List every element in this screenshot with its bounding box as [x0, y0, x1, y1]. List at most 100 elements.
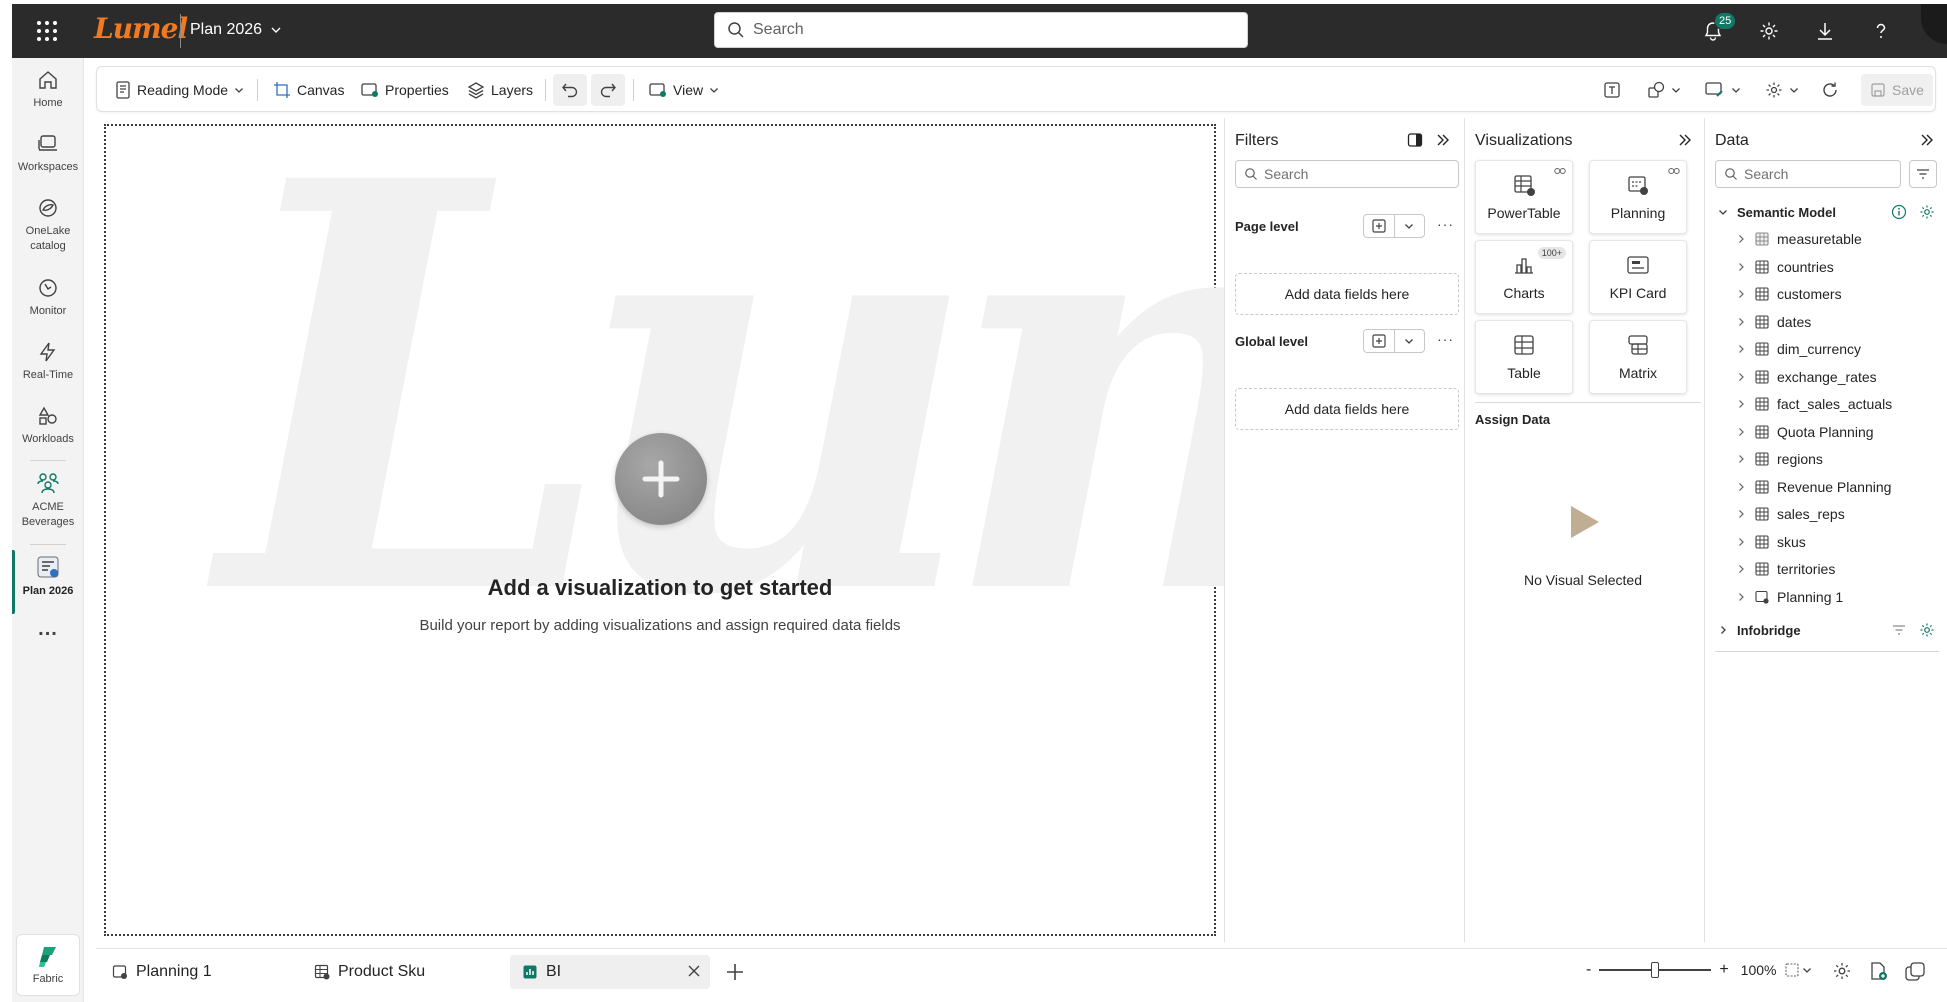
panel-toggle-icon[interactable] [1407, 132, 1423, 148]
tree-table-item[interactable]: dates [1733, 311, 1947, 333]
zoom-in-button[interactable]: + [1719, 961, 1728, 979]
filters-search[interactable] [1235, 160, 1459, 188]
page-tab-planning-1[interactable]: Planning 1 [100, 955, 224, 989]
comments-button[interactable] [1699, 75, 1747, 105]
layers-button[interactable]: Layers [461, 75, 539, 105]
tree-table-item[interactable]: countries [1733, 256, 1947, 278]
tree-table-item[interactable]: skus [1733, 531, 1947, 553]
viz-table[interactable]: Table [1475, 320, 1573, 394]
nav-real-time[interactable]: Real-Time [12, 340, 84, 383]
tree-table-item[interactable]: regions [1733, 448, 1947, 470]
add-report-page-icon[interactable] [1868, 961, 1890, 983]
nav-onelake-catalog[interactable]: OneLake catalog [12, 196, 84, 254]
redo-button[interactable] [591, 74, 625, 106]
zoom-out-button[interactable]: - [1586, 961, 1591, 979]
global-level-dropzone[interactable]: Add data fields here [1235, 388, 1459, 430]
page-tab-label: Product Sku [338, 963, 426, 980]
refresh-button[interactable] [1815, 75, 1845, 105]
download-icon[interactable] [1814, 20, 1838, 44]
tree-table-item[interactable]: sales_reps [1733, 503, 1947, 525]
nav-workspaces[interactable]: Workspaces [12, 132, 84, 175]
shapes-button[interactable] [1641, 75, 1687, 105]
report-canvas[interactable] [96, 118, 1224, 942]
zoom-slider-thumb[interactable] [1651, 962, 1660, 978]
data-search-input[interactable] [1744, 166, 1885, 182]
tree-table-item[interactable]: measuretable [1733, 228, 1947, 250]
chevron-right-icon [1733, 262, 1749, 272]
visualizations-panel: Visualizations PowerTable Planning 100+ … [1464, 118, 1704, 942]
account-avatar[interactable] [1921, 4, 1947, 44]
page-tab-product-sku[interactable]: Product Sku [302, 955, 437, 989]
viz-planning[interactable]: Planning [1589, 160, 1687, 234]
divider [30, 544, 66, 545]
info-icon[interactable] [1891, 204, 1907, 220]
global-level-more-button[interactable]: ··· [1437, 331, 1454, 347]
zoom-slider[interactable] [1599, 962, 1712, 978]
close-tab-icon[interactable] [686, 963, 702, 979]
add-filter-dropdown[interactable] [1395, 330, 1425, 352]
nav-home[interactable]: Home [12, 68, 84, 111]
global-level-label: Global level [1235, 334, 1308, 349]
tree-table-item[interactable]: fact_sales_actuals [1733, 393, 1947, 415]
tree-table-item[interactable]: exchange_rates [1733, 366, 1947, 388]
tree-table-item[interactable]: customers [1733, 283, 1947, 305]
save-button[interactable]: Save [1861, 74, 1933, 106]
tree-table-item[interactable]: territories [1733, 558, 1947, 580]
filter-lines-icon [1917, 169, 1929, 179]
save-icon [1871, 83, 1885, 97]
collapse-panel-icon[interactable] [1677, 132, 1693, 148]
data-filter-button[interactable] [1909, 160, 1937, 188]
reading-mode-button[interactable]: Reading Mode [109, 75, 250, 105]
add-filter-button[interactable] [1364, 330, 1394, 352]
add-filter-button[interactable] [1364, 215, 1394, 237]
filters-search-input[interactable] [1264, 166, 1436, 182]
undo-button[interactable] [553, 74, 587, 106]
properties-button[interactable]: Properties [355, 75, 455, 105]
add-page-icon[interactable] [724, 961, 746, 983]
global-search[interactable] [714, 12, 1248, 48]
data-search[interactable] [1715, 160, 1901, 188]
page-level-more-button[interactable]: ··· [1437, 216, 1454, 232]
powertable-icon [314, 964, 330, 980]
filter-lines-icon[interactable] [1891, 622, 1907, 638]
settings-icon[interactable] [1758, 20, 1782, 44]
link-icon [1668, 167, 1680, 175]
collapse-panel-icon[interactable] [1435, 132, 1451, 148]
viz-matrix[interactable]: Matrix [1589, 320, 1687, 394]
nav-acme-beverages[interactable]: ACME Beverages [12, 470, 84, 530]
nav-workloads[interactable]: Workloads [12, 404, 84, 447]
tree-table-item[interactable]: Revenue Planning [1733, 476, 1947, 498]
viz-powertable[interactable]: PowerTable [1475, 160, 1573, 234]
planning-icon [1628, 176, 1648, 195]
fit-page-button[interactable] [1784, 962, 1812, 978]
settings-menu-button[interactable] [1759, 75, 1805, 105]
view-button[interactable]: View [643, 75, 725, 105]
page-level-dropzone[interactable]: Add data fields here [1235, 273, 1459, 315]
gear-icon[interactable] [1919, 622, 1935, 638]
gear-icon[interactable] [1919, 204, 1935, 220]
page-tab-bi[interactable]: BI [510, 955, 710, 989]
viz-kpi-card[interactable]: KPI Card [1589, 240, 1687, 314]
collapse-panel-icon[interactable] [1919, 132, 1935, 148]
tree-table-label: sales_reps [1777, 506, 1845, 522]
help-icon[interactable] [1870, 20, 1894, 44]
tree-table-item[interactable]: dim_currency [1733, 338, 1947, 360]
text-box-button[interactable] [1597, 75, 1627, 105]
add-filter-dropdown[interactable] [1395, 215, 1425, 237]
app-launcher-icon[interactable] [34, 18, 60, 44]
nav-monitor[interactable]: Monitor [12, 276, 84, 319]
add-visualization-button[interactable] [615, 433, 707, 525]
fabric-switcher[interactable]: Fabric [16, 934, 80, 996]
page-tabs-bar: Planning 1 Product Sku BI - + 100% [96, 948, 1947, 994]
nav-acme-beverages-label: ACME Beverages [21, 501, 75, 528]
tree-table-item[interactable]: Quota Planning [1733, 421, 1947, 443]
tree-table-item[interactable]: Planning 1 [1733, 586, 1947, 608]
canvas-button[interactable]: Canvas [267, 75, 350, 105]
viz-charts[interactable]: 100+ Charts [1475, 240, 1573, 314]
global-search-input[interactable] [753, 21, 1233, 39]
cursor-pointer-icon [1571, 506, 1599, 538]
page-settings-icon[interactable] [1832, 961, 1854, 983]
app-title-dropdown[interactable]: Plan 2026 [190, 21, 282, 39]
charts-count-badge: 100+ [1537, 247, 1566, 259]
duplicate-page-icon[interactable] [1904, 961, 1926, 983]
